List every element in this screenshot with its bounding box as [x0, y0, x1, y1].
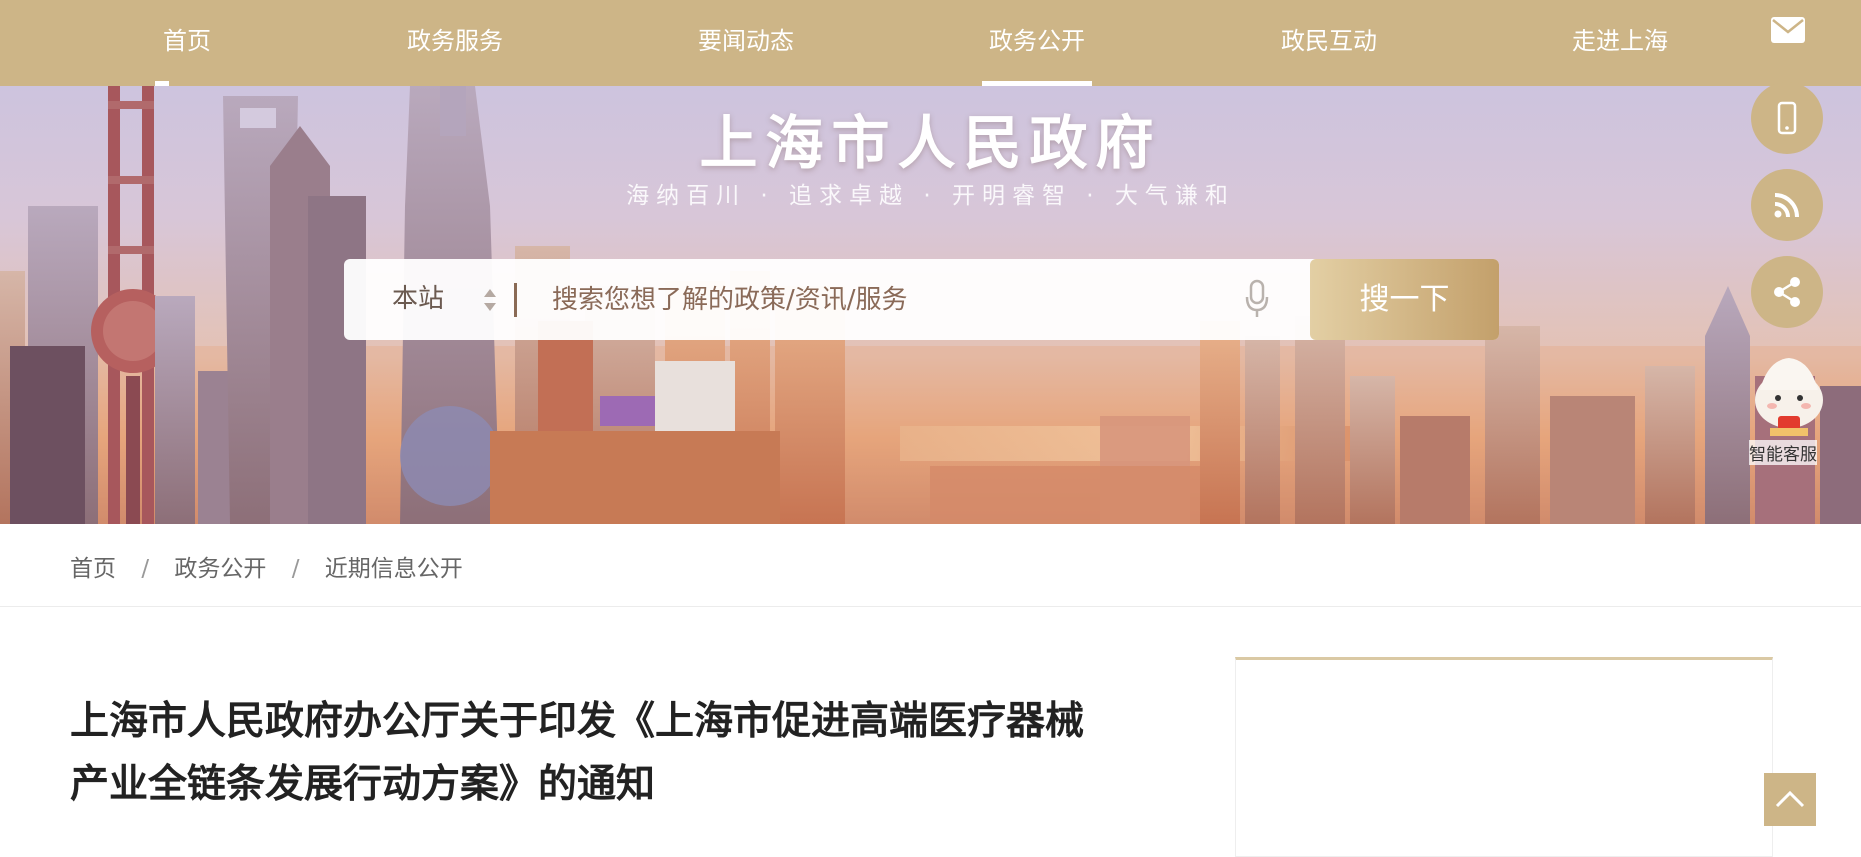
article-title-line: 产业全链条发展行动方案》的通知	[70, 762, 656, 807]
assistant-mascot-icon[interactable]	[1748, 350, 1830, 438]
nav-item-label: 走进上海	[1572, 27, 1668, 55]
breadcrumb-item-disclosure[interactable]: 政务公开	[174, 549, 266, 583]
breadcrumb-separator: /	[291, 556, 300, 582]
top-nav: 首页 政务服务 要闻动态 政务公开 政民互动 走进上海	[0, 0, 1861, 86]
search-scope-select[interactable]: 本站	[392, 259, 444, 340]
rss-icon	[1774, 193, 1799, 218]
nav-item-interaction[interactable]: 政民互动	[1281, 0, 1377, 86]
side-panel	[1235, 657, 1773, 857]
nav-item-about-shanghai[interactable]: 走进上海	[1572, 0, 1668, 86]
rss-button[interactable]	[1751, 169, 1823, 241]
back-to-top-button[interactable]	[1764, 773, 1816, 826]
nav-item-label: 政务服务	[407, 27, 503, 55]
chevron-up-icon	[1775, 790, 1805, 808]
nav-item-label: 政务公开	[989, 27, 1085, 55]
breadcrumb: 首页 / 政务公开 / 近期信息公开	[70, 549, 463, 583]
article-title: 上海市人民政府办公厅关于印发《上海市促进高端医疗器械 产业全链条发展行动方案》的…	[70, 690, 1190, 816]
nav-item-services[interactable]: 政务服务	[407, 0, 503, 86]
breadcrumb-divider	[0, 606, 1861, 607]
microphone-icon[interactable]	[1244, 279, 1270, 319]
nav-active-indicator	[982, 81, 1092, 86]
share-icon	[1774, 277, 1800, 307]
site-slogan: 海纳百川 · 追求卓越 · 开明睿智 · 大气谦和	[626, 183, 1235, 209]
article-title-line: 上海市人民政府办公厅关于印发《上海市促进高端医疗器械	[70, 699, 1085, 744]
search-divider	[514, 283, 517, 317]
assistant-label[interactable]: 智能客服	[1749, 440, 1817, 465]
share-button[interactable]	[1751, 256, 1823, 328]
search-bar: 本站 搜一下	[344, 259, 1499, 340]
mobile-button[interactable]	[1751, 82, 1823, 154]
sort-arrows-icon[interactable]	[482, 286, 498, 314]
search-input[interactable]	[552, 273, 1072, 327]
hero-banner: 上海市人民政府 海纳百川 · 追求卓越 · 开明睿智 · 大气谦和 本站 搜一下	[0, 86, 1861, 524]
nav-item-home[interactable]: 首页	[155, 0, 211, 86]
nav-item-label: 政民互动	[1281, 27, 1377, 55]
mobile-icon	[1777, 101, 1797, 135]
site-title: 上海市人民政府	[699, 109, 1162, 177]
breadcrumb-separator: /	[141, 556, 150, 582]
nav-item-disclosure[interactable]: 政务公开	[982, 0, 1092, 86]
nav-item-label: 首页	[163, 27, 211, 55]
breadcrumb-item-recent[interactable]: 近期信息公开	[325, 549, 463, 583]
mail-icon[interactable]	[1770, 16, 1806, 44]
nav-active-indicator	[155, 81, 169, 86]
nav-item-news[interactable]: 要闻动态	[698, 0, 794, 86]
search-button[interactable]: 搜一下	[1310, 259, 1499, 340]
nav-item-label: 要闻动态	[698, 27, 794, 55]
breadcrumb-item-home[interactable]: 首页	[70, 549, 116, 583]
